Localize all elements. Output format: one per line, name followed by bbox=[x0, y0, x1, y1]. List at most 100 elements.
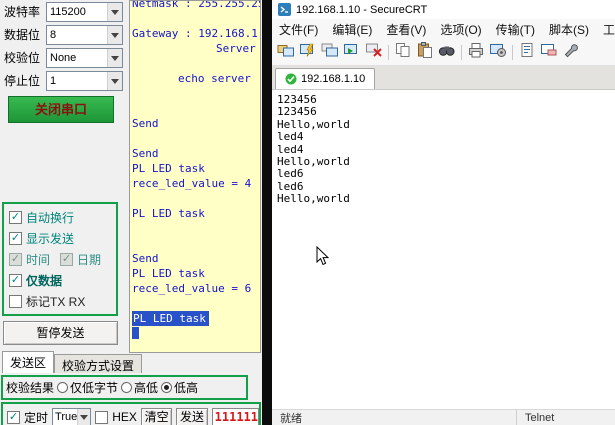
serial-tab[interactable]: 校验方式设置 bbox=[54, 354, 143, 373]
radio-label: 低高 bbox=[174, 381, 199, 395]
send-button[interactable]: 发送 bbox=[176, 407, 208, 425]
log-session-button[interactable] bbox=[516, 43, 538, 63]
session-tab[interactable]: 192.168.1.10 bbox=[275, 68, 376, 89]
option-row: 标记TX RX bbox=[9, 291, 116, 312]
clear-button[interactable]: 清空 bbox=[140, 407, 173, 425]
timer-checkbox-checked-icon[interactable]: ✓ bbox=[7, 410, 20, 424]
menu-item[interactable]: 选项(O) bbox=[433, 21, 488, 38]
checkbox-checked-icon[interactable]: ✓ bbox=[60, 253, 74, 266]
log-text: Netmask : 255.255.255. bbox=[132, 0, 260, 10]
option-row: ✓ 自动换行 bbox=[9, 207, 116, 228]
checkbox-checked-icon[interactable]: ✓ bbox=[9, 211, 22, 224]
terminal-line: 123456 bbox=[277, 105, 317, 119]
chevron-down-icon[interactable] bbox=[107, 25, 122, 44]
close-serial-port-button[interactable]: 关闭串口 bbox=[8, 96, 114, 123]
session-options-button[interactable] bbox=[487, 43, 509, 63]
session-manager-icon bbox=[277, 42, 295, 63]
screen: 波特率 115200 数据位 8 校验位 None 停止位 1 关闭串口 Netmask : … bbox=[0, 0, 615, 425]
checksum-radio[interactable]: 低高 bbox=[161, 379, 198, 396]
hex-checkbox-unchecked-icon[interactable] bbox=[95, 410, 109, 424]
serial-option[interactable]: ✓ 仅数据 bbox=[9, 272, 62, 289]
session-tab-label: 192.168.1.10 bbox=[301, 73, 366, 85]
print-button[interactable] bbox=[465, 43, 487, 63]
menu-item[interactable]: 传输(T) bbox=[489, 21, 542, 38]
log-line: PL LED task bbox=[130, 161, 260, 176]
terminal-line: 123456 bbox=[277, 93, 317, 106]
checkbox-checked-icon[interactable]: ✓ bbox=[9, 274, 22, 287]
log-text: echo server bbox=[178, 72, 251, 85]
quick-connect-button[interactable] bbox=[297, 43, 319, 63]
menu-item[interactable]: 脚本(S) bbox=[542, 21, 596, 38]
checkbox-checked-icon[interactable]: ✓ bbox=[9, 232, 22, 245]
send-row: ✓ 定时 True HEX 清空 发送 111111 bbox=[1, 402, 261, 425]
clear-screen-button[interactable] bbox=[538, 43, 560, 63]
chevron-down-icon[interactable] bbox=[107, 48, 122, 67]
menu-item[interactable]: 编辑(E) bbox=[325, 21, 379, 38]
log-line bbox=[130, 11, 260, 26]
send-text-field[interactable]: 111111 bbox=[211, 408, 259, 425]
menu-item[interactable]: 查看(V) bbox=[379, 21, 433, 38]
copy-button[interactable] bbox=[392, 43, 414, 63]
quick-connect-icon bbox=[299, 42, 317, 63]
menu-item[interactable]: 文件(F) bbox=[272, 21, 325, 38]
radio-label: 仅低字节 bbox=[70, 381, 119, 395]
status-ready: 就绪 bbox=[280, 412, 302, 425]
log-text: Gateway : 192.168.1.1 bbox=[132, 27, 260, 40]
find-button[interactable] bbox=[436, 43, 458, 63]
radio-label: 高低 bbox=[134, 381, 159, 395]
menu-item[interactable]: 工具(L) bbox=[596, 21, 615, 38]
terminal-line: Hello,world bbox=[277, 117, 350, 131]
log-text: PL LED task bbox=[132, 162, 205, 175]
session-manager-button[interactable] bbox=[275, 43, 297, 63]
setting-combo[interactable]: 1 bbox=[46, 70, 123, 91]
checkbox-label: 日期 bbox=[77, 253, 102, 267]
serial-log[interactable]: Netmask : 255.255.255. Gateway : 192.168… bbox=[129, 0, 261, 353]
reconnect-button[interactable] bbox=[341, 43, 363, 63]
log-line: Server bbox=[130, 41, 260, 56]
serial-option[interactable]: ✓ 显示发送 bbox=[9, 230, 74, 247]
setting-combo[interactable]: 8 bbox=[46, 24, 123, 45]
disconnect-button[interactable] bbox=[363, 43, 385, 63]
securecrt-app-icon bbox=[278, 3, 291, 16]
paste-button[interactable] bbox=[414, 42, 436, 63]
print-icon bbox=[467, 42, 485, 63]
log-line: PL LED task bbox=[130, 206, 260, 221]
checkbox-unchecked-icon[interactable] bbox=[9, 295, 22, 308]
toolbar-separator bbox=[388, 45, 389, 60]
crt-titlebar: 192.168.1.10 - SecureCRT bbox=[272, 0, 615, 19]
setting-combo[interactable]: None bbox=[46, 47, 123, 68]
serial-option[interactable]: 标记TX RX bbox=[9, 293, 85, 310]
checkbox-label: 时间 bbox=[26, 253, 51, 267]
checksum-radio[interactable]: 高低 bbox=[121, 379, 158, 396]
serial-option[interactable]: ✓ 时间 bbox=[9, 251, 50, 268]
status-protocol-label: Telnet bbox=[525, 411, 555, 424]
chevron-down-icon[interactable] bbox=[107, 2, 122, 21]
chevron-down-icon[interactable] bbox=[107, 71, 122, 90]
serial-tool-panel: 波特率 115200 数据位 8 校验位 None 停止位 1 关闭串口 Netmask : … bbox=[0, 0, 262, 425]
serial-options: ✓ 自动换行 ✓ 显示发送 ✓ 时间 ✓ 日期 ✓ 仅数据 标记TX RX bbox=[2, 202, 118, 316]
pause-send-button[interactable]: 暂停发送 bbox=[3, 321, 118, 345]
serial-option[interactable]: ✓ 自动换行 bbox=[9, 209, 74, 226]
checkbox-checked-icon[interactable]: ✓ bbox=[9, 253, 22, 266]
radio-selected-icon bbox=[161, 382, 173, 393]
tools-button[interactable] bbox=[560, 43, 582, 63]
radio-unselected-icon bbox=[121, 382, 133, 393]
checksum-radio[interactable]: 仅低字节 bbox=[57, 379, 118, 396]
log-text: Send bbox=[132, 117, 159, 130]
serial-tab[interactable]: 发送区 bbox=[2, 351, 55, 373]
checkbox-label: 仅数据 bbox=[26, 274, 63, 288]
setting-combo[interactable]: 115200 bbox=[46, 1, 123, 22]
serial-option[interactable]: ✓ 日期 bbox=[60, 251, 101, 268]
crt-tabbar: 192.168.1.10 bbox=[272, 66, 615, 90]
serial-log-lines: Netmask : 255.255.255. Gateway : 192.168… bbox=[130, 0, 260, 341]
log-line bbox=[130, 236, 260, 251]
log-line: echo server bbox=[130, 71, 260, 86]
hex-label: HEX bbox=[112, 410, 137, 424]
log-text: Send bbox=[132, 147, 159, 160]
log-text: rece_led_value = 4 bbox=[132, 177, 252, 190]
timer-combo[interactable]: True bbox=[52, 408, 92, 425]
log-line bbox=[130, 86, 260, 101]
chevron-down-icon[interactable] bbox=[77, 409, 91, 425]
connect-in-tab-button[interactable] bbox=[319, 43, 341, 63]
